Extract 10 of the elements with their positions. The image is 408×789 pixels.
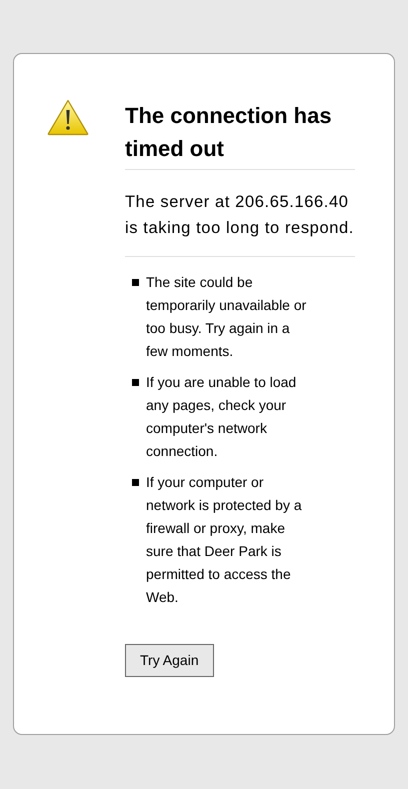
- bullet-icon: [132, 479, 139, 486]
- warning-icon: [47, 99, 89, 136]
- bullet-icon: [132, 279, 139, 286]
- try-again-button[interactable]: Try Again: [125, 644, 214, 677]
- suggestion-text: If your computer or network is protected by a firewall or proxy, make sure that Deer Park is permitted to access the Web.: [146, 473, 303, 607]
- suggestion-text: If you are unable to load any pages, check your computer's network connection.: [146, 373, 298, 461]
- bullet-icon: [132, 379, 139, 386]
- error-description: The server at 206.65.166.40 is taking too long to respond.: [125, 170, 355, 257]
- error-title: The connection has timed out: [125, 99, 355, 170]
- suggestion-text: The site could be temporarily unavailable or too busy. Try again in a few moments.: [146, 273, 308, 361]
